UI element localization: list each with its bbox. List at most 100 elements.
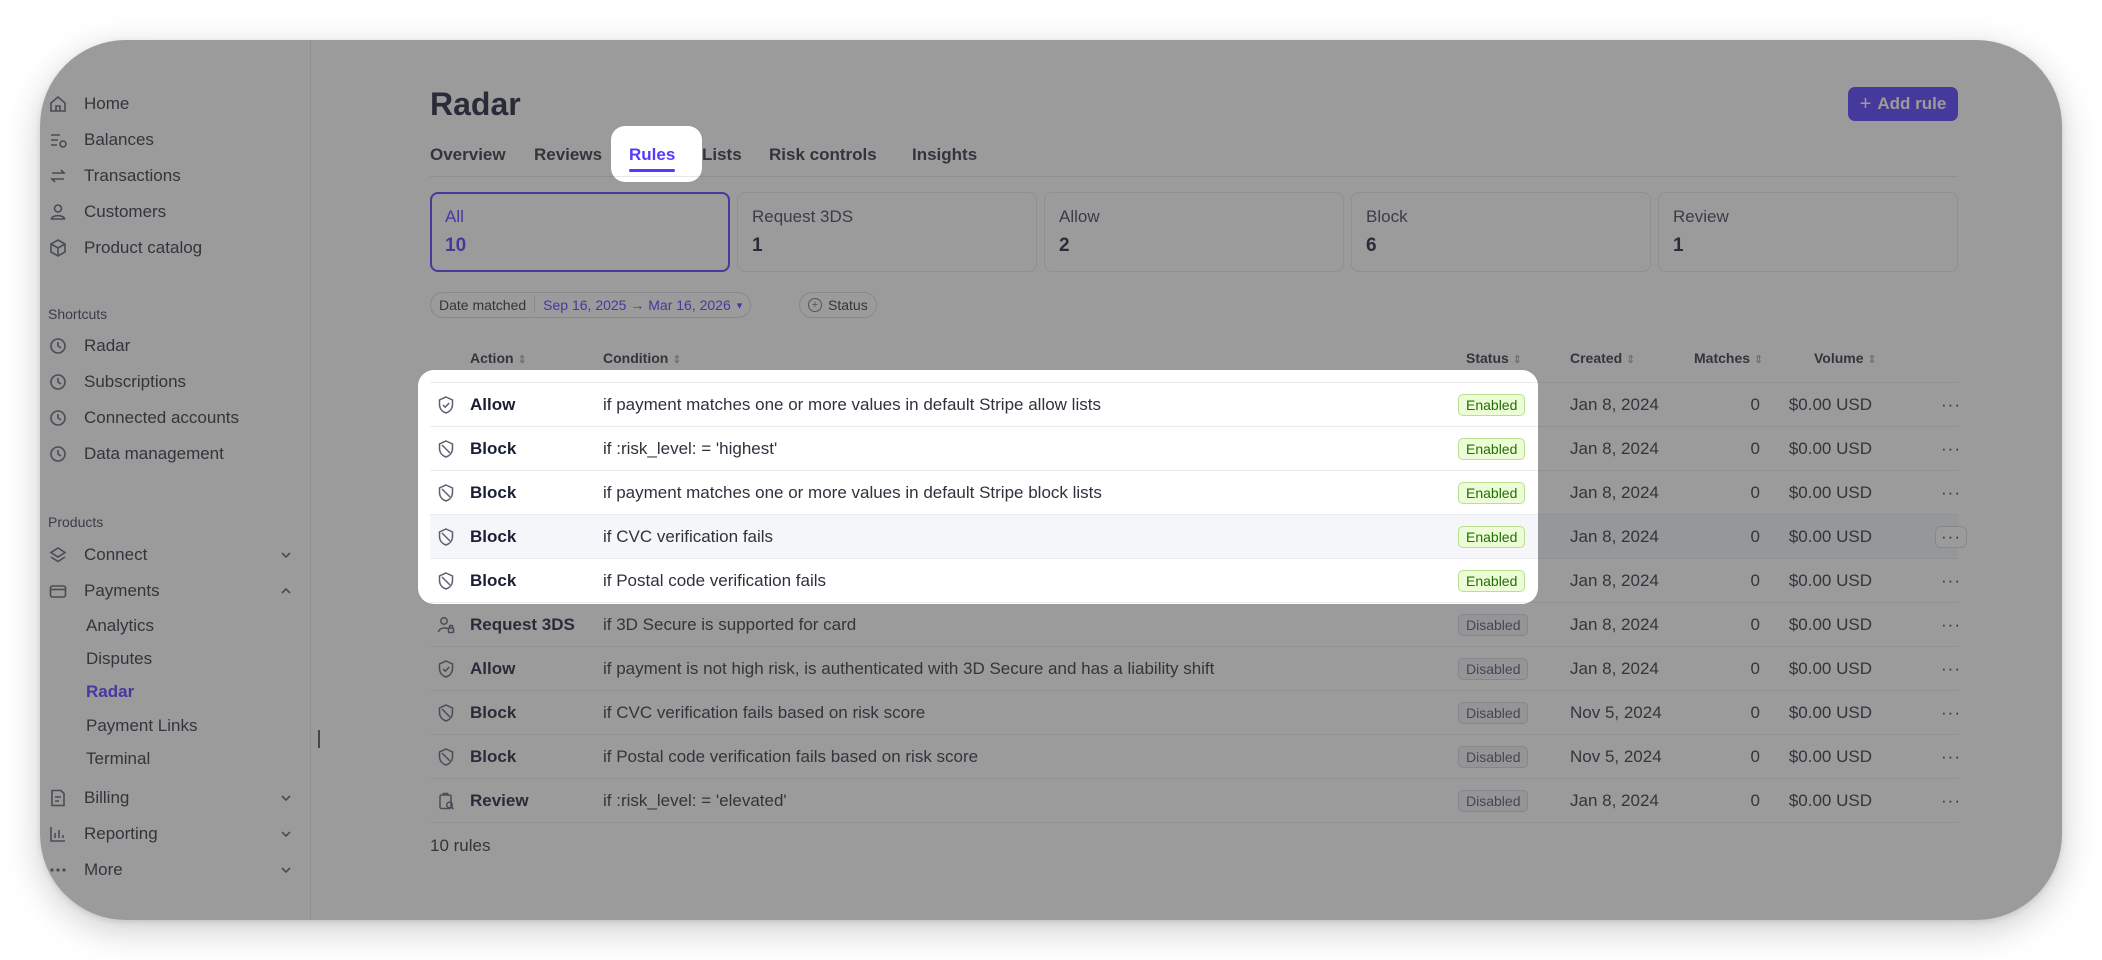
sidebar-item-transactions[interactable]: Transactions (48, 161, 181, 191)
column-header-status[interactable]: Status ⇕ (1466, 350, 1522, 366)
page-title: Radar (430, 86, 521, 122)
sidebar-item-label: Data management (84, 444, 224, 463)
card-label: Allow (1059, 207, 1100, 226)
table-row[interactable]: Block if Postal code verification fails … (430, 558, 1960, 603)
sidebar-item-customers[interactable]: Customers (48, 197, 166, 227)
sort-icon: ⇕ (517, 354, 527, 366)
column-header-volume[interactable]: Volume ⇕ (1814, 350, 1877, 366)
table-row[interactable]: Allow if payment is not high risk, is au… (430, 646, 1960, 691)
table-row[interactable]: Request 3DS if 3D Secure is supported fo… (430, 602, 1960, 647)
sidebar-item-label: Balances (84, 130, 154, 149)
table-row[interactable]: Allow if payment matches one or more val… (430, 382, 1960, 427)
rule-action: Allow (470, 395, 516, 414)
sidebar-subitem-radar[interactable]: Radar (86, 679, 134, 705)
row-more-button[interactable]: ··· (1935, 658, 1967, 680)
status-badge: Enabled (1458, 394, 1526, 416)
rule-action: Block (470, 703, 517, 722)
rule-created: Jan 8, 2024 (1570, 791, 1659, 810)
chevron-up-icon (281, 587, 291, 594)
shortcut-data-management[interactable]: Data management (48, 439, 224, 469)
tab-insights[interactable]: Insights (912, 136, 977, 176)
sidebar-item-billing[interactable]: Billing (48, 783, 298, 813)
row-more-button[interactable]: ··· (1935, 702, 1967, 724)
row-more-button[interactable]: ··· (1935, 570, 1967, 592)
rule-created: Jan 8, 2024 (1570, 571, 1659, 590)
row-more-button[interactable]: ··· (1935, 438, 1967, 460)
rule-action: Block (470, 747, 517, 766)
rule-created: Nov 5, 2024 (1570, 747, 1662, 766)
summary-card-review[interactable]: Review 1 (1658, 192, 1958, 272)
tab-rules[interactable]: Rules (629, 136, 676, 176)
sidebar-subitem-disputes[interactable]: Disputes (86, 646, 152, 672)
summary-card-request-3ds[interactable]: Request 3DS 1 (737, 192, 1037, 272)
reporting-icon (48, 824, 68, 844)
card-label: Request 3DS (752, 207, 854, 226)
table-row[interactable]: Block if :risk_level: = 'highest' Enable… (430, 426, 1960, 471)
chevron-down-icon (281, 795, 291, 802)
column-header-action[interactable]: Action ⇕ (470, 350, 527, 366)
sort-icon: ⇕ (1867, 354, 1877, 366)
status-filter[interactable]: + Status (799, 292, 877, 318)
sidebar-subitem-terminal[interactable]: Terminal (86, 746, 150, 772)
table-row[interactable]: Block if Postal code verification fails … (430, 734, 1960, 779)
date-matched-filter[interactable]: Date matched Sep 16, 2025 → Mar 16, 2026… (430, 292, 752, 318)
summary-card-block[interactable]: Block 6 (1351, 192, 1651, 272)
rule-condition: if CVC verification fails based on risk … (603, 703, 926, 722)
summary-card-allow[interactable]: Allow 2 (1044, 192, 1344, 272)
filter-divider (534, 297, 536, 313)
rule-volume: $0.00 USD (1788, 527, 1872, 546)
tab-lists[interactable]: Lists (702, 136, 742, 176)
add-rule-button[interactable]: + Add rule (1848, 87, 1958, 121)
column-header-matches[interactable]: Matches ⇕ (1694, 350, 1763, 366)
sidebar-item-home[interactable]: Home (48, 89, 129, 119)
sidebar-item-balances[interactable]: Balances (48, 125, 154, 155)
column-header-condition[interactable]: Condition ⇕ (603, 350, 682, 366)
sidebar-item-more[interactable]: More (48, 855, 298, 885)
tab-overview[interactable]: Overview (430, 136, 506, 176)
table-row[interactable]: Block if payment matches one or more val… (430, 470, 1960, 515)
row-more-button[interactable]: ··· (1935, 790, 1967, 812)
column-header-created[interactable]: Created ⇕ (1570, 350, 1635, 366)
sidebar-subitem-payment-links[interactable]: Payment Links (86, 713, 198, 739)
table-row[interactable]: Block if CVC verification fails Enabled … (430, 514, 1967, 559)
rule-volume: $0.00 USD (1788, 483, 1872, 502)
shortcuts-heading: Shortcuts (48, 306, 108, 322)
block-shield-icon (438, 572, 454, 590)
product-catalog-icon (48, 238, 68, 258)
row-more-button[interactable]: ··· (1935, 614, 1967, 636)
column-label: Condition (603, 350, 669, 366)
rule-condition: if payment matches one or more values in… (603, 395, 1101, 414)
sidebar-item-product-catalog[interactable]: Product catalog (48, 233, 202, 263)
sidebar-item-reporting[interactable]: Reporting (48, 819, 298, 849)
tab-reviews[interactable]: Reviews (534, 136, 602, 176)
shortcut-radar[interactable]: Radar (48, 331, 130, 361)
summary-card-all[interactable]: All 10 (430, 192, 730, 272)
sidebar-item-payments[interactable]: Payments (48, 576, 298, 606)
row-more-button[interactable]: ··· (1935, 482, 1967, 504)
rule-condition: if payment is not high risk, is authenti… (603, 659, 1215, 678)
block-shield-icon (438, 440, 454, 458)
sidebar-item-label: Billing (84, 788, 130, 807)
row-more-button[interactable]: ··· (1935, 394, 1967, 416)
tab-risk-controls[interactable]: Risk controls (769, 136, 877, 176)
clock-icon (48, 336, 68, 356)
rule-volume: $0.00 USD (1788, 791, 1872, 810)
shortcut-subscriptions[interactable]: Subscriptions (48, 367, 186, 397)
rule-matches: 0 (1750, 615, 1760, 634)
rule-volume: $0.00 USD (1788, 703, 1872, 722)
row-more-button[interactable]: ··· (1935, 746, 1967, 768)
clock-icon (48, 444, 68, 464)
table-row[interactable]: Block if CVC verification fails based on… (430, 690, 1960, 735)
shortcut-connected-accounts[interactable]: Connected accounts (48, 403, 239, 433)
block-shield-icon (438, 528, 454, 546)
filter-value: Sep 16, 2025 → Mar 16, 2026 (543, 297, 731, 313)
plus-icon: + (1859, 92, 1872, 115)
table-row[interactable]: Review if :risk_level: = 'elevated' Disa… (430, 778, 1960, 823)
sidebar-item-connect[interactable]: Connect (48, 540, 298, 570)
filter-label: Date matched (439, 297, 527, 313)
sidebar-subitem-analytics[interactable]: Analytics (86, 613, 154, 639)
clock-icon (48, 372, 68, 392)
row-more-button[interactable]: ··· (1935, 526, 1967, 548)
rule-action: Block (470, 571, 517, 590)
sort-icon: ⇕ (672, 354, 682, 366)
